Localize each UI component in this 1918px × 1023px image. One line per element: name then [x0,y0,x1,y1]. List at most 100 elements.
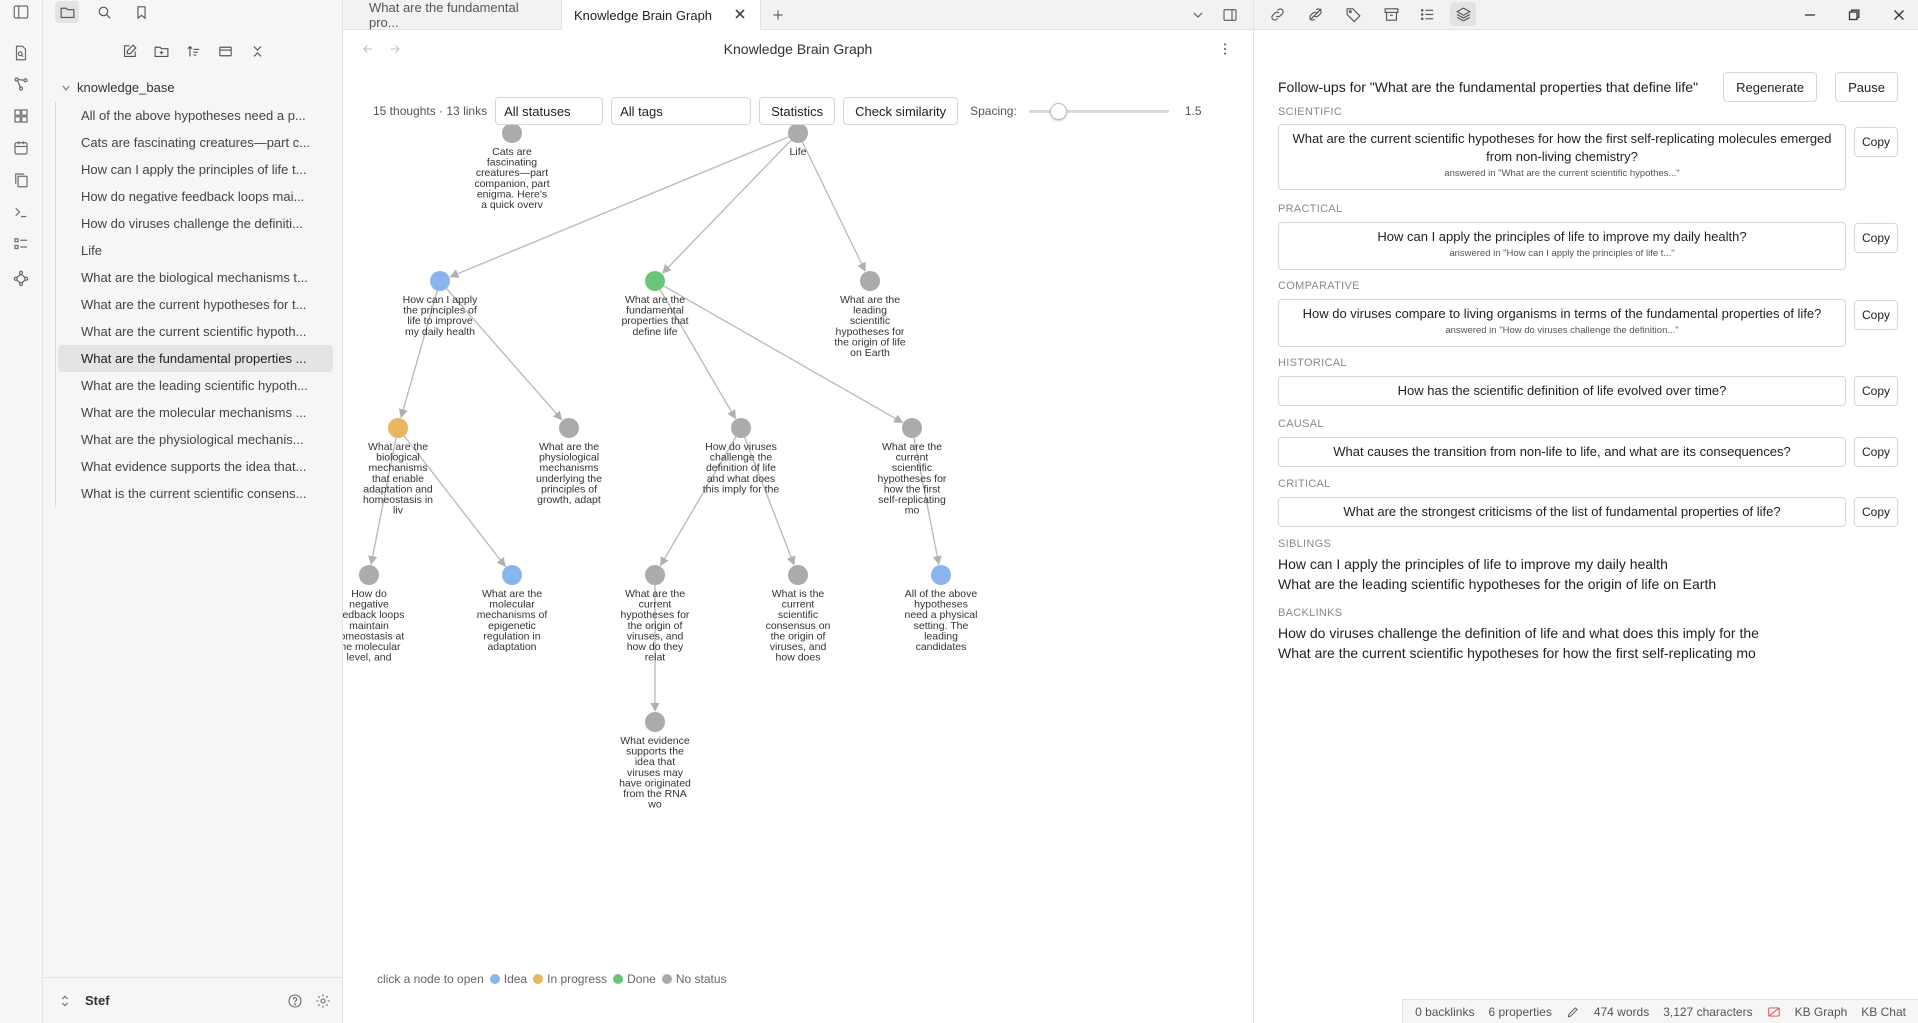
calendar-icon[interactable] [10,137,32,159]
chevron-down-icon[interactable] [1187,4,1209,26]
node-circle[interactable] [645,565,665,585]
graph-node-phys[interactable]: What are the physiological mechanisms under… [536,418,602,506]
graph-node-consensus[interactable]: What is the current scientific consensus on… [766,565,831,664]
copy-button[interactable]: Copy [1854,497,1898,527]
canvas-icon[interactable] [10,105,32,127]
copy-button[interactable]: Copy [1854,300,1898,330]
folder-icon[interactable] [55,1,79,23]
node-circle[interactable] [388,418,408,438]
backlinks-count[interactable]: 0 backlinks [1415,1005,1474,1019]
terminal-icon[interactable] [10,201,32,223]
followup-card-scientific[interactable]: What are the current scientific hypothes… [1278,124,1846,190]
sort-icon[interactable] [182,40,205,63]
copy-button[interactable]: Copy [1854,437,1898,467]
file-item[interactable]: What are the molecular mechanisms ... [58,399,333,426]
new-note-icon[interactable] [118,40,141,63]
backlink-link[interactable]: How do viruses challenge the definition … [1278,625,1759,641]
sidebar-toggle-icon[interactable] [10,1,32,23]
new-folder-icon[interactable] [150,40,173,63]
node-circle[interactable] [559,418,579,438]
tab-fundamental-properties[interactable]: What are the fundamental pro... [357,0,537,30]
node-circle[interactable] [731,418,751,438]
bookmark-icon[interactable] [129,1,153,23]
knowledge-graph-icon[interactable] [10,267,32,289]
copy-button[interactable]: Copy [1854,127,1898,157]
sync-off-icon[interactable] [1767,1005,1781,1019]
tag-filter-select[interactable]: All tags [611,97,752,125]
regenerate-button[interactable]: Regenerate [1723,72,1818,102]
file-item[interactable]: What are the leading scientific hypoth..… [58,372,333,399]
graph-node-apply[interactable]: How can I apply the principles of life to … [403,271,478,338]
file-item[interactable]: All of the above hypotheses need a p... [58,102,333,129]
node-circle[interactable] [359,565,379,585]
file-item[interactable]: Cats are fascinating creatures—part c... [58,129,333,156]
minimize-icon[interactable] [1795,4,1825,26]
slider-thumb[interactable] [1049,103,1067,120]
node-circle[interactable] [645,271,665,291]
graph-node-negfb[interactable]: How donegativefeedback loopsmaintainhome… [343,565,404,664]
vault-switcher[interactable]: Stef [57,993,110,1009]
followup-card-critical[interactable]: What are the strongest criticisms of the… [1278,497,1846,527]
file-item-active[interactable]: What are the fundamental properties ... [58,345,333,372]
file-item[interactable]: What are the current hypotheses for t... [58,291,333,318]
graph-node-cats[interactable]: Cats are fascinating creatures—part compani… [474,123,550,211]
followup-card-causal[interactable]: What causes the transition from non-life… [1278,437,1846,467]
graph-node-fund[interactable]: What are the fundamental properties that de… [621,271,689,338]
collapse-all-icon[interactable] [246,40,269,63]
search-icon[interactable] [92,1,116,23]
followup-card-practical[interactable]: How can I apply the principles of life t… [1278,222,1846,270]
restore-icon[interactable] [1839,4,1869,26]
status-filter-select[interactable]: All statuses [495,97,604,125]
check-similarity-button[interactable]: Check similarity [843,97,959,125]
file-item[interactable]: What evidence supports the idea that... [58,453,333,480]
graph-node-bio[interactable]: What are the biological mechanisms that ena… [363,418,433,517]
settings-gear-icon[interactable] [315,993,331,1009]
sibling-link[interactable]: What are the leading scientific hypothes… [1278,576,1716,592]
layers-icon[interactable] [1450,2,1476,26]
graph-node-curscihyp[interactable]: What are the current scientific hypotheses … [878,418,947,517]
help-icon[interactable] [287,993,303,1009]
node-circle[interactable] [430,271,450,291]
graph-node-curhyp[interactable]: What are the current hypotheses for the ori… [621,565,690,664]
graph-canvas[interactable]: Cats are fascinating creatures—part compani… [343,30,1253,1023]
graph-node-evidence[interactable]: What evidence supports the idea that viruse… [619,712,691,811]
followup-card-historical[interactable]: How has the scientific definition of lif… [1278,376,1846,406]
file-item[interactable]: What are the physiological mechanis... [58,426,333,453]
node-circle[interactable] [502,565,522,585]
graph-view-icon[interactable] [10,73,32,95]
archive-icon[interactable] [1378,2,1404,26]
copy-button[interactable]: Copy [1854,223,1898,253]
node-circle[interactable] [931,565,951,585]
node-circle[interactable] [788,123,808,143]
graph-node-virus[interactable]: How do viruses challenge the definition of… [703,418,780,495]
collapse-view-icon[interactable] [214,40,237,63]
close-icon[interactable] [734,8,748,22]
node-circle[interactable] [902,418,922,438]
node-circle[interactable] [860,271,880,291]
outline-list-icon[interactable] [1414,2,1440,26]
kb-graph-status[interactable]: KB Graph [1795,1005,1848,1019]
copy-files-icon[interactable] [10,169,32,191]
file-item[interactable]: What are the current scientific hypoth..… [58,318,333,345]
new-tab-plus-icon[interactable] [767,4,789,26]
node-circle[interactable] [788,565,808,585]
file-item[interactable]: Life [58,237,333,264]
node-circle[interactable] [645,712,665,732]
statistics-button[interactable]: Statistics [759,97,836,125]
pause-button[interactable]: Pause [1835,72,1898,102]
graph-node-allabove[interactable]: All of the above hypotheses need a physica… [905,565,978,653]
folder-knowledge-base[interactable]: knowledge_base [61,80,175,95]
file-search-icon[interactable] [10,42,32,64]
followup-card-comparative[interactable]: How do viruses compare to living organis… [1278,299,1846,347]
tags-icon[interactable] [1340,2,1366,26]
task-list-icon[interactable] [10,233,32,255]
unlinked-icon[interactable] [1302,2,1328,26]
file-item[interactable]: How do negative feedback loops mai... [58,183,333,210]
file-item[interactable]: What are the biological mechanisms t... [58,264,333,291]
properties-count[interactable]: 6 properties [1488,1005,1551,1019]
file-item[interactable]: How do viruses challenge the definiti... [58,210,333,237]
right-sidebar-toggle-icon[interactable] [1219,4,1241,26]
window-close-icon[interactable] [1884,4,1914,26]
kb-chat-status[interactable]: KB Chat [1861,1005,1906,1019]
tab-knowledge-brain-graph[interactable]: Knowledge Brain Graph [561,0,761,30]
